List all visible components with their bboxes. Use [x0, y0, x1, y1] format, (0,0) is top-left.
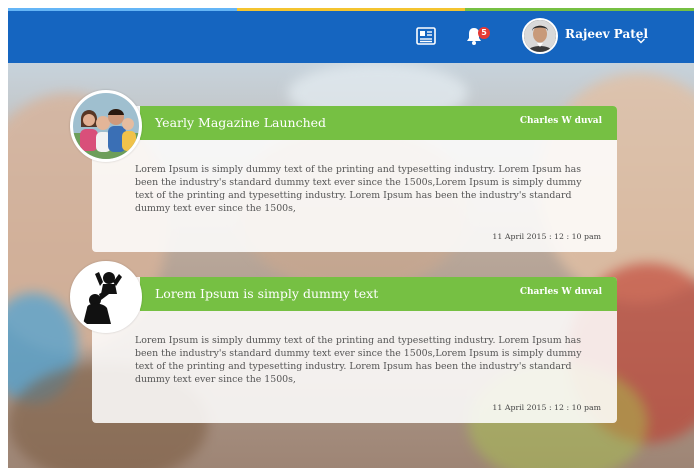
post-date: 11 April 2015 : 12 : 10 pam [492, 403, 601, 412]
post-card[interactable]: Yearly Magazine Launched Charles W duval… [70, 90, 617, 252]
notification-badge: 5 [478, 27, 490, 39]
post-title[interactable]: Lorem Ipsum is simply dummy text [155, 286, 378, 301]
post-thumbnail [70, 90, 142, 162]
post-date: 11 April 2015 : 12 : 10 pam [492, 232, 601, 241]
newspaper-icon[interactable] [415, 25, 437, 47]
app-frame: 5 Rajeev Patel Yearly Magazine Launched … [8, 8, 694, 468]
post-title[interactable]: Yearly Magazine Launched [155, 115, 326, 130]
post-author: Charles W duval [519, 116, 602, 126]
post-body: Lorem Ipsum is simply dummy text of the … [135, 164, 582, 214]
post-header-bar: Yearly Magazine Launched Charles W duval [140, 106, 617, 140]
post-thumbnail [70, 261, 142, 333]
post-card[interactable]: Lorem Ipsum is simply dummy text Charles… [70, 261, 617, 423]
post-header-bar: Lorem Ipsum is simply dummy text Charles… [140, 277, 617, 311]
post-body: Lorem Ipsum is simply dummy text of the … [135, 335, 582, 385]
post-author: Charles W duval [519, 287, 602, 297]
top-header: 5 Rajeev Patel [8, 11, 694, 63]
chevron-down-icon[interactable] [636, 31, 646, 44]
avatar[interactable] [522, 18, 558, 54]
